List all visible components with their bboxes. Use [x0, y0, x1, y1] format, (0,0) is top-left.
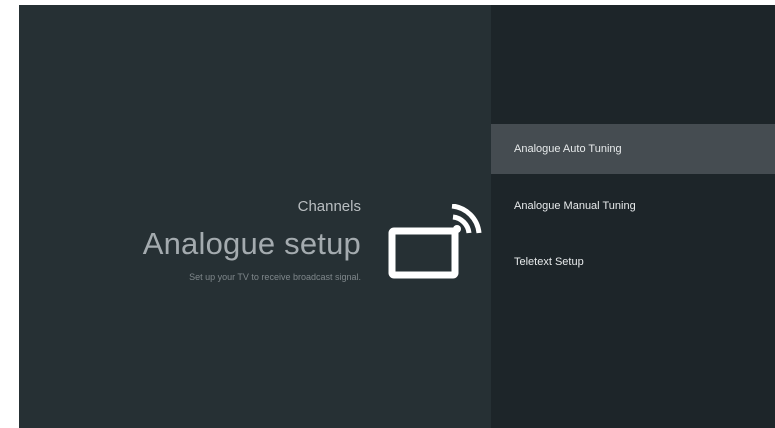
info-pane: Channels Analogue setup Set up your TV t…: [19, 5, 491, 428]
menu-item-analogue-auto-tuning[interactable]: Analogue Auto Tuning: [491, 124, 775, 174]
menu-item-label: Analogue Manual Tuning: [514, 200, 636, 212]
menu-item-analogue-manual-tuning[interactable]: Analogue Manual Tuning: [491, 181, 775, 231]
menu-item-label: Teletext Setup: [514, 256, 584, 268]
tv-settings-screen: Channels Analogue setup Set up your TV t…: [19, 5, 775, 428]
menu-item-teletext-setup[interactable]: Teletext Setup: [491, 237, 775, 287]
page-subtitle: Set up your TV to receive broadcast sign…: [189, 272, 361, 282]
page-title: Analogue setup: [142, 226, 361, 261]
tv-broadcast-icon: [388, 204, 482, 279]
section-label: Channels: [297, 198, 361, 215]
menu-item-label: Analogue Auto Tuning: [514, 143, 622, 155]
menu-pane: Analogue Auto Tuning Analogue Manual Tun…: [491, 5, 775, 428]
